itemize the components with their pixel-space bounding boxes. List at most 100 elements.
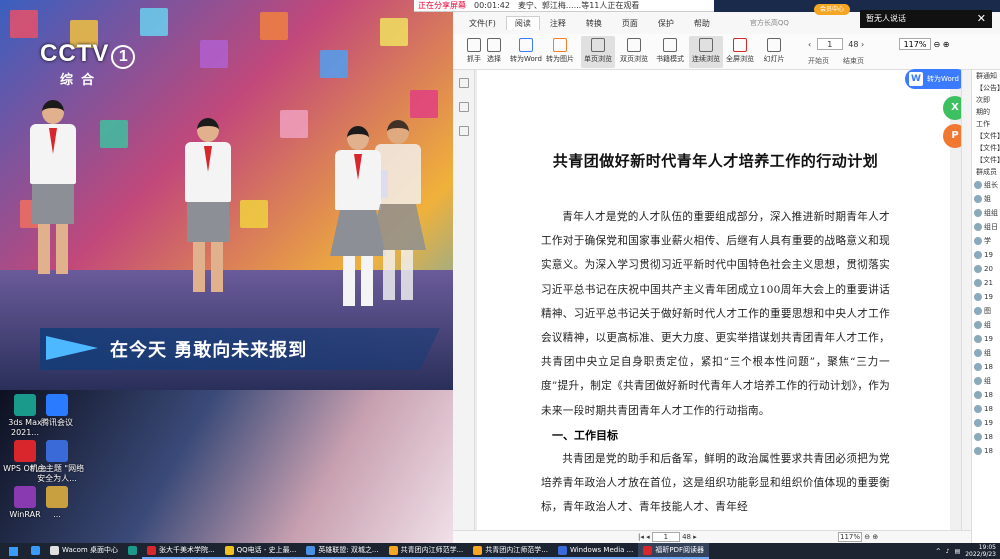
zoom-control: 117% ⊖ ⊕ bbox=[899, 38, 950, 50]
tool-slideshow[interactable]: 幻灯片 bbox=[757, 36, 791, 64]
menu-annotate[interactable]: 注释 bbox=[540, 18, 576, 29]
desktop-icon-meeting[interactable]: 腾讯会议 bbox=[26, 394, 88, 428]
start-button[interactable] bbox=[0, 543, 26, 559]
search-icon bbox=[31, 545, 40, 555]
member-item[interactable]: 18 bbox=[972, 360, 1000, 374]
member-item[interactable]: 18 bbox=[972, 444, 1000, 458]
member-item[interactable]: 21 bbox=[972, 276, 1000, 290]
member-item[interactable]: 19 bbox=[972, 332, 1000, 346]
avatar bbox=[974, 321, 982, 329]
tool-select[interactable]: 选择 bbox=[477, 36, 511, 64]
taskbar-app-pdf-reader[interactable]: 福昕PDF阅读器 bbox=[638, 543, 709, 559]
tool-single-page[interactable]: 单页浏览 bbox=[581, 36, 615, 68]
document-view[interactable]: 共青团做好新时代青年人才培养工作的行动计划 青年人才是党的人才队伍的重要组成部分… bbox=[475, 70, 950, 530]
status-zoom-input[interactable]: 117% bbox=[838, 532, 862, 542]
stage-tile bbox=[380, 18, 408, 46]
annotation-icon[interactable] bbox=[458, 126, 469, 136]
taskbar-app-qq-call[interactable]: QQ电话 - 史上最... bbox=[219, 543, 302, 559]
member-item[interactable]: 图 bbox=[972, 304, 1000, 318]
tool-to-word[interactable]: 转为Word bbox=[509, 36, 543, 64]
member-item[interactable]: 组 bbox=[972, 374, 1000, 388]
panel-file[interactable]: 【文件】 bbox=[972, 154, 1000, 166]
member-item[interactable]: 18 bbox=[972, 430, 1000, 444]
stage-tile bbox=[410, 90, 438, 118]
avatar bbox=[974, 251, 982, 259]
member-item[interactable]: 19 bbox=[972, 416, 1000, 430]
menu-read[interactable]: 阅读 bbox=[505, 16, 540, 30]
share-timer: 00:01:42 bbox=[474, 1, 510, 10]
media-player-icon bbox=[557, 545, 567, 555]
member-item[interactable]: 姐 bbox=[972, 192, 1000, 206]
prev-page-icon[interactable]: ◂ bbox=[646, 533, 650, 541]
continuous-icon bbox=[699, 38, 713, 52]
member-item[interactable]: 组日 bbox=[972, 220, 1000, 234]
zoom-out-icon[interactable]: ⊖ bbox=[934, 40, 941, 49]
word-icon bbox=[519, 38, 533, 52]
member-item[interactable]: 组 bbox=[972, 346, 1000, 360]
to-word-float-button[interactable]: W 转为Word bbox=[905, 69, 967, 89]
chevron-up-icon[interactable]: ^ bbox=[936, 548, 941, 555]
menu-protect[interactable]: 保护 bbox=[648, 18, 684, 29]
taskbar-app-wacom[interactable]: Wacom 桌面中心 bbox=[45, 543, 123, 559]
menu-convert[interactable]: 转换 bbox=[576, 18, 612, 29]
tool-to-image[interactable]: 转为图片 bbox=[543, 36, 577, 64]
close-icon[interactable]: ✕ bbox=[977, 10, 986, 28]
taskbar-app-folder2[interactable]: 共青团内江师范学... bbox=[468, 543, 553, 559]
member-center-badge[interactable]: 会员中心 bbox=[814, 4, 850, 15]
member-item[interactable]: 18 bbox=[972, 388, 1000, 402]
end-page-button[interactable]: 结束页 bbox=[843, 56, 864, 66]
stage-tile bbox=[10, 10, 38, 38]
member-item[interactable]: 18 bbox=[972, 402, 1000, 416]
page-input[interactable]: 1 bbox=[816, 38, 843, 50]
desktop-icon-theme[interactable]: 机主主题 "网络安全为人... bbox=[26, 440, 88, 484]
taskbar-app-media-player[interactable]: Windows Media ... bbox=[552, 543, 639, 559]
volume-icon[interactable]: ♪ bbox=[946, 548, 950, 555]
member-item[interactable]: 组长 bbox=[972, 178, 1000, 192]
zoom-in-icon[interactable]: ⊕ bbox=[943, 40, 950, 49]
menu-page[interactable]: 页面 bbox=[612, 18, 648, 29]
tool-double-page[interactable]: 双页浏览 bbox=[617, 36, 651, 64]
first-page-icon[interactable]: |◂ bbox=[638, 533, 644, 541]
taskbar-app-search[interactable] bbox=[26, 543, 45, 559]
zoom-in-icon[interactable]: ⊕ bbox=[872, 533, 878, 541]
prev-page-icon[interactable]: ‹ bbox=[808, 40, 811, 49]
tool-book-mode[interactable]: 书籍模式 bbox=[653, 36, 687, 64]
thumbnail-icon[interactable] bbox=[458, 78, 469, 88]
avatar bbox=[974, 223, 982, 231]
panel-file[interactable]: 【文件】 bbox=[972, 130, 1000, 142]
share-viewers[interactable]: 麦宁、郭江梅......等11人正在观看 bbox=[518, 0, 639, 11]
member-item[interactable]: 组组 bbox=[972, 206, 1000, 220]
tool-fullscreen[interactable]: 全屏浏览 bbox=[723, 36, 757, 64]
member-item[interactable]: 学 bbox=[972, 234, 1000, 248]
start-page-button[interactable]: 开始页 bbox=[808, 56, 829, 66]
share-status: 正在分享屏幕 bbox=[418, 1, 466, 10]
member-item[interactable]: 19 bbox=[972, 248, 1000, 262]
taskbar-app-browser1[interactable]: 张大千美术学院... bbox=[141, 543, 220, 559]
avatar bbox=[974, 181, 982, 189]
screen-share-bar: 正在分享屏幕 00:01:42 麦宁、郭江梅......等11人正在观看 bbox=[414, 0, 714, 12]
zoom-input[interactable]: 117% bbox=[899, 38, 931, 50]
zoom-out-icon[interactable]: ⊖ bbox=[864, 533, 870, 541]
next-page-icon[interactable]: ▸ bbox=[693, 533, 697, 541]
panel-file[interactable]: 【文件】 bbox=[972, 142, 1000, 154]
bookmark-icon[interactable] bbox=[458, 102, 469, 112]
next-page-icon[interactable]: › bbox=[861, 40, 864, 49]
clock[interactable]: 19:05 2022/9/23 bbox=[965, 544, 996, 558]
group-notice[interactable]: 群通知 bbox=[972, 70, 1000, 82]
video-player[interactable]: CCTV 1 综合 在今天 勇敢向未来报到 bbox=[0, 0, 453, 390]
network-icon[interactable]: ▤ bbox=[955, 548, 961, 555]
taskbar-app-chrome[interactable]: 英雄联盟: 双城之... bbox=[301, 543, 384, 559]
taskbar-app-folder1[interactable]: 共青团内江师范学... bbox=[383, 543, 469, 559]
scrollbar[interactable] bbox=[961, 70, 971, 530]
member-item[interactable]: 组 bbox=[972, 318, 1000, 332]
status-page-input[interactable]: 1 bbox=[651, 532, 680, 542]
toolbar: 抓手 选择 转为Word 转为图片 单页浏览 双页浏览 书籍模式 连续浏览 全屏… bbox=[453, 34, 1000, 70]
status-page-nav: |◂ ◂ 1 48 ▸ bbox=[638, 532, 697, 542]
taskbar-app-3dsmax[interactable] bbox=[123, 543, 142, 559]
desktop-icon-other[interactable]: ... bbox=[26, 486, 88, 520]
member-item[interactable]: 19 bbox=[972, 290, 1000, 304]
menu-file[interactable]: 文件(F) bbox=[459, 18, 506, 29]
tool-continuous[interactable]: 连续浏览 bbox=[689, 36, 723, 68]
menu-help[interactable]: 帮助 bbox=[684, 18, 720, 29]
member-item[interactable]: 20 bbox=[972, 262, 1000, 276]
